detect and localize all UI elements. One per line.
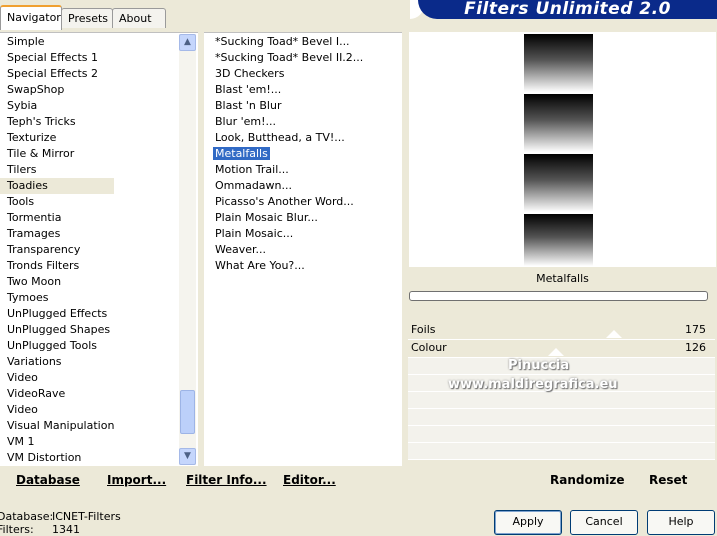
category-item[interactable]: Tymoes <box>0 290 114 306</box>
param-row-foils[interactable]: Foils 175 <box>408 322 715 340</box>
randomize-button[interactable]: Randomize <box>550 473 624 487</box>
scroll-down-icon[interactable]: ▼ <box>179 448 196 465</box>
filter-item-label: Motion Trail... <box>215 163 289 176</box>
category-item[interactable]: Video <box>0 370 114 386</box>
category-list-pane: Simple Special Effects 1 Special Effects 2… <box>0 32 198 466</box>
category-item[interactable]: VideoRave <box>0 386 114 402</box>
filter-item-label: Look, Butthead, a TV!... <box>215 131 345 144</box>
category-item[interactable]: Texturize <box>0 130 114 146</box>
category-item[interactable]: Visual Manipulation <box>0 418 114 434</box>
import-button[interactable]: Import... <box>107 473 166 487</box>
filter-item[interactable]: Metalfalls <box>213 146 365 162</box>
category-item[interactable]: Tile & Mirror <box>0 146 114 162</box>
filters-status-value: 1341 <box>52 523 80 536</box>
preview-title: Metalfalls <box>536 272 589 285</box>
editor-button[interactable]: Editor... <box>283 473 336 487</box>
slider-marker-icon[interactable] <box>606 330 622 338</box>
filter-info-button[interactable]: Filter Info... <box>186 473 267 487</box>
cancel-button[interactable]: Cancel <box>570 510 638 535</box>
category-item[interactable]: Tilers <box>0 162 114 178</box>
filter-item-label: 3D Checkers <box>215 67 285 80</box>
filters-status-label: Filters: <box>0 523 34 536</box>
category-item[interactable]: UnPlugged Effects <box>0 306 114 322</box>
param-value: 126 <box>685 341 706 354</box>
tab-presets[interactable]: Presets <box>61 8 113 28</box>
filter-item[interactable]: Motion Trail... <box>213 162 365 178</box>
watermark-name: Pinuccia <box>508 358 570 373</box>
category-item[interactable]: Sybia <box>0 98 114 114</box>
progress-bar <box>409 291 708 301</box>
category-item[interactable]: Two Moon <box>0 274 114 290</box>
category-item[interactable]: VM Distortion <box>0 450 114 466</box>
slider-marker-icon[interactable] <box>548 348 564 356</box>
filter-item[interactable]: Plain Mosaic Blur... <box>213 210 365 226</box>
filter-item[interactable]: Blast 'n Blur <box>213 98 365 114</box>
filter-item-label: Plain Mosaic... <box>215 227 294 240</box>
app-title-banner: Filters Unlimited 2.0 <box>418 0 717 19</box>
watermark-url: www.maldiregrafica.eu <box>448 377 618 392</box>
filter-item-label: Blast 'em!... <box>215 83 282 96</box>
filter-item[interactable]: What Are You?... <box>213 258 365 274</box>
param-label: Foils <box>411 323 436 336</box>
param-row-colour[interactable]: Colour 126 <box>408 340 715 358</box>
category-item[interactable]: Transparency <box>0 242 114 258</box>
filter-item-label: *Sucking Toad* Bevel I... <box>215 35 350 48</box>
filter-item-label: Picasso's Another Word... <box>215 195 354 208</box>
filter-item[interactable]: *Sucking Toad* Bevel II.2... <box>213 50 365 66</box>
filter-item[interactable]: Blur 'em!... <box>213 114 365 130</box>
category-item[interactable]: Tramages <box>0 226 114 242</box>
category-item[interactable]: Tronds Filters <box>0 258 114 274</box>
param-row-empty <box>408 443 715 460</box>
param-row-empty <box>408 426 715 443</box>
param-value: 175 <box>685 323 706 336</box>
preview-image <box>524 34 593 266</box>
category-item[interactable]: Simple <box>0 34 114 50</box>
filter-list: *Sucking Toad* Bevel I... *Sucking Toad* … <box>213 34 365 274</box>
category-item[interactable]: UnPlugged Shapes <box>0 322 114 338</box>
filter-item-label: Ommadawn... <box>215 179 293 192</box>
help-button[interactable]: Help <box>647 510 715 535</box>
category-item[interactable]: Variations <box>0 354 114 370</box>
category-item[interactable]: Toadies <box>0 178 115 194</box>
filter-item[interactable]: Plain Mosaic... <box>213 226 365 242</box>
category-item[interactable]: Video <box>0 402 114 418</box>
category-list: Simple Special Effects 1 Special Effects 2… <box>0 34 115 466</box>
apply-button[interactable]: Apply <box>494 510 562 535</box>
category-item[interactable]: Special Effects 1 <box>0 50 114 66</box>
filter-item[interactable]: Blast 'em!... <box>213 82 365 98</box>
category-item[interactable]: SwapShop <box>0 82 114 98</box>
param-label: Colour <box>411 341 447 354</box>
scroll-thumb[interactable] <box>180 390 195 434</box>
database-button[interactable]: Database <box>16 473 80 487</box>
database-status-value: ICNET-Filters <box>52 510 121 523</box>
param-row-empty <box>408 392 715 409</box>
tab-about[interactable]: About <box>112 8 166 28</box>
filter-item[interactable]: *Sucking Toad* Bevel I... <box>213 34 365 50</box>
category-scrollbar[interactable]: ▲ ▼ <box>179 34 196 465</box>
filter-list-pane: *Sucking Toad* Bevel I... *Sucking Toad* … <box>204 32 402 466</box>
category-item[interactable]: Tools <box>0 194 114 210</box>
scroll-up-icon[interactable]: ▲ <box>179 34 196 51</box>
category-item[interactable]: Special Effects 2 <box>0 66 114 82</box>
filter-item-label: Blur 'em!... <box>215 115 276 128</box>
filter-item-label: Blast 'n Blur <box>215 99 282 112</box>
filter-item[interactable]: 3D Checkers <box>213 66 365 82</box>
filter-item[interactable]: Ommadawn... <box>213 178 365 194</box>
category-item[interactable]: Tormentia <box>0 210 114 226</box>
param-row-empty <box>408 409 715 426</box>
database-status-label: Database: <box>0 510 54 523</box>
filter-item-label: Plain Mosaic Blur... <box>215 211 318 224</box>
category-item[interactable]: VM 1 <box>0 434 114 450</box>
filter-item[interactable]: Picasso's Another Word... <box>213 194 365 210</box>
tab-navigator[interactable]: Navigator <box>0 5 62 30</box>
filter-item-label: *Sucking Toad* Bevel II.2... <box>215 51 364 64</box>
filter-item-label: Metalfalls <box>213 147 270 160</box>
filter-item[interactable]: Look, Butthead, a TV!... <box>213 130 365 146</box>
filter-item[interactable]: Weaver... <box>213 242 365 258</box>
reset-button[interactable]: Reset <box>649 473 687 487</box>
filter-item-label: Weaver... <box>215 243 267 256</box>
category-item[interactable]: Teph's Tricks <box>0 114 114 130</box>
filter-item-label: What Are You?... <box>215 259 305 272</box>
category-item[interactable]: UnPlugged Tools <box>0 338 114 354</box>
